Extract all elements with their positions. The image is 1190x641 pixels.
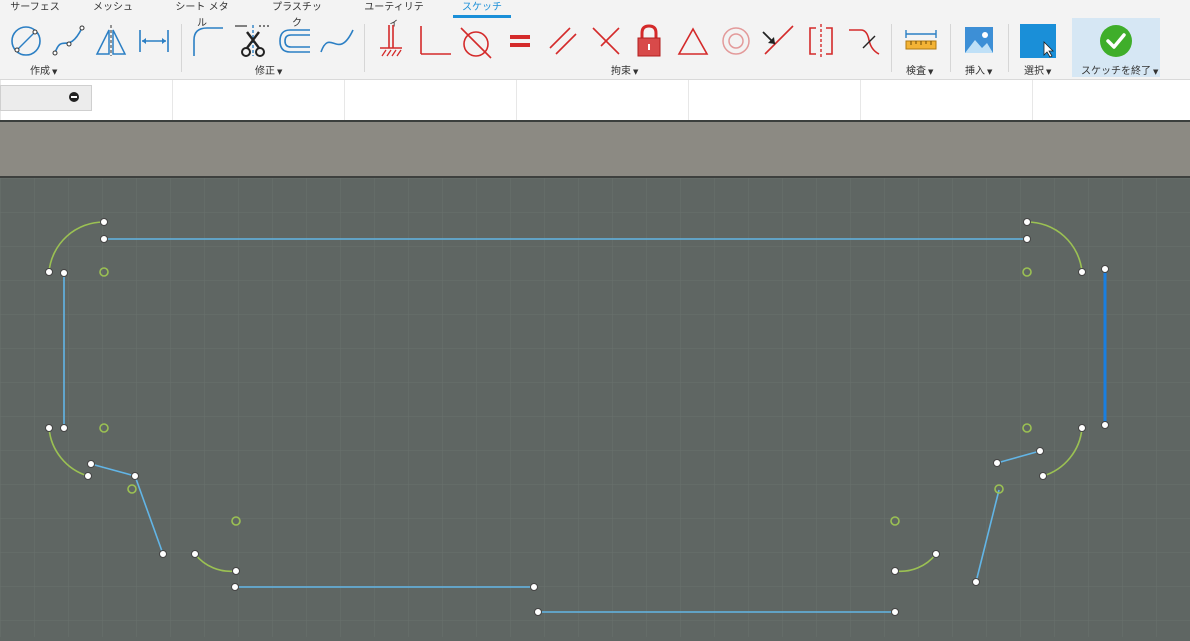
sketch-point[interactable] (45, 424, 53, 432)
tab-plastic[interactable]: プラスチック (268, 0, 326, 29)
sketch-svg[interactable] (0, 178, 1190, 637)
sketch-point[interactable] (84, 472, 92, 480)
select-icon[interactable] (1019, 22, 1057, 60)
sketch-point[interactable] (100, 235, 108, 243)
separator (891, 24, 892, 72)
circle-icon[interactable] (7, 22, 45, 60)
fillet-icon[interactable] (189, 22, 227, 60)
trim-icon[interactable] (233, 22, 271, 60)
sketch-point[interactable] (891, 608, 899, 616)
sketch-point[interactable] (932, 550, 940, 558)
sketch-point[interactable] (1078, 424, 1086, 432)
tab-sheet-metal[interactable]: シート メタル (172, 0, 232, 29)
sketch-point[interactable] (45, 268, 53, 276)
sketch-point[interactable] (1101, 421, 1109, 429)
sketch-point[interactable] (191, 550, 199, 558)
dimension-icon[interactable] (135, 22, 173, 60)
perpendicular-lines-icon[interactable] (587, 22, 625, 60)
sketch-point[interactable] (60, 424, 68, 432)
create-group-label[interactable]: 作成 ▼ (30, 62, 57, 77)
grid (0, 178, 1190, 637)
sketch-point[interactable] (159, 550, 167, 558)
triangle-icon[interactable] (674, 22, 712, 60)
sketch-point[interactable] (1101, 265, 1109, 273)
insert-image-icon[interactable] (960, 22, 998, 60)
concentric-icon[interactable] (717, 22, 755, 60)
insert-group-label[interactable]: 挿入 ▼ (965, 62, 992, 77)
sketch-point[interactable] (1023, 235, 1031, 243)
document-strip (0, 80, 1190, 122)
constraints-group-label[interactable]: 拘束 ▼ (611, 62, 638, 77)
tab-sketch[interactable]: スケッチ (453, 0, 511, 18)
sketch-point[interactable] (87, 460, 95, 468)
sketch-point[interactable] (232, 567, 240, 575)
sketch-point[interactable] (993, 459, 1001, 467)
separator (1008, 24, 1009, 72)
separator (364, 24, 365, 72)
tab-mesh[interactable]: メッシュ (89, 0, 137, 17)
spline-icon[interactable] (50, 22, 88, 60)
viewport-band (0, 122, 1190, 178)
sketch-point[interactable] (100, 218, 108, 226)
fix-icon[interactable] (372, 22, 410, 60)
tangent-icon[interactable] (457, 22, 495, 60)
symmetry-icon[interactable] (802, 22, 840, 60)
sketch-point[interactable] (891, 567, 899, 575)
tab-surface[interactable]: サーフェス (7, 0, 63, 17)
mirror-icon[interactable] (92, 22, 130, 60)
sketch-point[interactable] (231, 583, 239, 591)
sketch-point[interactable] (1023, 218, 1031, 226)
sketch-point[interactable] (534, 608, 542, 616)
sketch-point[interactable] (131, 472, 139, 480)
tab-utility[interactable]: ユーティリティ (362, 0, 426, 29)
sketch-point[interactable] (530, 583, 538, 591)
collapse-icon[interactable] (69, 92, 79, 102)
parallel-icon[interactable] (544, 22, 582, 60)
sketch-point[interactable] (60, 269, 68, 277)
coincident-icon[interactable] (759, 22, 797, 60)
offset-icon[interactable] (276, 22, 314, 60)
perpendicular-icon[interactable] (415, 22, 453, 60)
sketch-point[interactable] (1036, 447, 1044, 455)
modify-group-label[interactable]: 修正 ▼ (255, 62, 282, 77)
inspect-group-label[interactable]: 検査 ▼ (906, 62, 933, 77)
sketch-point[interactable] (972, 578, 980, 586)
curvature-icon[interactable] (845, 22, 883, 60)
sketch-canvas[interactable] (0, 178, 1190, 637)
check-icon[interactable] (1097, 22, 1135, 60)
separator (181, 24, 182, 72)
finish-sketch-label[interactable]: スケッチを終了 ▼ (1081, 62, 1158, 77)
equal-icon[interactable] (501, 22, 539, 60)
lock-icon[interactable] (630, 22, 668, 60)
toolbar-ribbon: サーフェス メッシュ シート メタル プラスチック ユーティリティ スケッチ 作… (0, 0, 1190, 80)
curve-icon[interactable] (318, 22, 356, 60)
separator (950, 24, 951, 72)
select-group-label[interactable]: 選択 ▼ (1024, 62, 1051, 77)
sketch-point[interactable] (1078, 268, 1086, 276)
sketch-point[interactable] (1039, 472, 1047, 480)
measure-icon[interactable] (902, 22, 940, 60)
